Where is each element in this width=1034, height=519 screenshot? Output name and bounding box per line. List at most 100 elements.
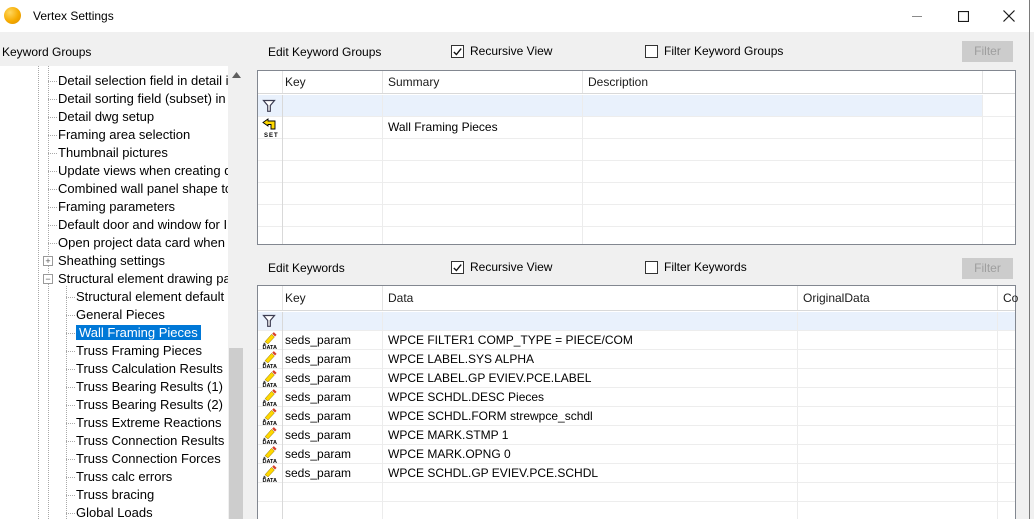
table-row[interactable]: DATA seds_param WPCE LABEL.SYS ALPHA: [258, 350, 1015, 369]
table-row[interactable]: DATAseds_paramWPCE MARK.STMP 1: [258, 426, 1015, 445]
minimize-button[interactable]: [894, 0, 940, 32]
table-row[interactable]: DATAseds_paramWPCE SCHDL.FORM strewpce_s…: [258, 407, 1015, 426]
cell-data: WPCE MARK.OPNG 0: [388, 445, 511, 463]
cell-key: seds_param: [285, 388, 351, 406]
data-icon: DATA: [262, 445, 280, 464]
tree-item[interactable]: Default door and window for IFC: [0, 216, 228, 234]
tree-item-label: Framing parameters: [58, 199, 175, 214]
tree-item[interactable]: Truss Bearing Results (2): [0, 396, 228, 414]
maximize-button[interactable]: [940, 0, 986, 32]
tree-item[interactable]: Update views when creating dra: [0, 162, 228, 180]
tree-item[interactable]: Structural element default av: [0, 288, 228, 306]
table-row[interactable]: DATAseds_paramWPCE SCHDL.GP EVIEV.PCE.SC…: [258, 464, 1015, 483]
tree-item-label: Detail sorting field (subset) in de: [58, 91, 228, 106]
table-row[interactable]: [258, 95, 1015, 117]
filter-icon[interactable]: [262, 99, 276, 112]
column-header-key[interactable]: Key: [285, 286, 306, 311]
tree-item[interactable]: Framing area selection: [0, 126, 228, 144]
filter-keyword-groups-checkbox[interactable]: Filter Keyword Groups: [645, 44, 783, 58]
tree-item[interactable]: + Sheathing settings: [0, 252, 228, 270]
table-row[interactable]: [258, 312, 1015, 331]
data-icon: DATA: [262, 350, 280, 369]
filter-button-groups[interactable]: Filter: [962, 41, 1013, 62]
table-row[interactable]: DATA seds_param WPCE MARK.OPNG 0: [258, 445, 1015, 464]
tree-item-label: Framing area selection: [58, 127, 190, 142]
filter-icon[interactable]: [262, 315, 276, 328]
column-header-comment[interactable]: Co: [1003, 286, 1018, 311]
scrollbar-thumb[interactable]: [229, 348, 243, 519]
recursive-view-checkbox-groups[interactable]: Recursive View: [451, 44, 552, 58]
data-icon: DATA: [262, 407, 280, 426]
tree-scrollbar[interactable]: [228, 66, 244, 519]
edit-keywords-label: Edit Keywords: [268, 261, 345, 275]
data-icon: DATA: [262, 426, 280, 445]
tree-item-label: Truss calc errors: [76, 469, 172, 484]
filter-button-keywords[interactable]: Filter: [962, 258, 1013, 279]
tree-item-label: Wall Framing Pieces: [76, 325, 201, 340]
column-header-key[interactable]: Key: [285, 71, 306, 94]
tree-item[interactable]: Truss Calculation Results: [0, 360, 228, 378]
recursive-view-checkbox-keywords[interactable]: Recursive View: [451, 260, 552, 274]
tree-item[interactable]: Truss bracing: [0, 486, 228, 504]
filter-keywords-checkbox[interactable]: Filter Keywords: [645, 260, 747, 274]
tree-item-label: Combined wall panel shape tole: [58, 181, 228, 196]
column-divider: [997, 312, 998, 519]
titlebar: Vertex Settings: [0, 0, 1034, 32]
table-body: SETWall Framing Pieces: [258, 95, 1015, 244]
table-row[interactable]: DATAseds_paramWPCE SCHDL.DESC Pieces: [258, 388, 1015, 407]
tree-item-label: Truss Bearing Results (1): [76, 379, 223, 394]
tree-item-label: Structural element default av: [76, 289, 228, 304]
tree-item[interactable]: Detail sorting field (subset) in de: [0, 90, 228, 108]
recursive-view-label: Recursive View: [470, 260, 552, 274]
table-row[interactable]: SETWall Framing Pieces: [258, 117, 1015, 139]
column-header-description[interactable]: Description: [588, 71, 648, 94]
table-header: Key Data OriginalData Co: [258, 286, 1015, 311]
cell-data: WPCE LABEL.SYS ALPHA: [388, 350, 534, 368]
tree-item[interactable]: Truss calc errors: [0, 468, 228, 486]
tree-item[interactable]: Truss Connection Results: [0, 432, 228, 450]
tree-item[interactable]: Detail dwg setup: [0, 108, 228, 126]
tree-item[interactable]: Thumbnail pictures: [0, 144, 228, 162]
keyword-groups-label: Keyword Groups: [2, 45, 91, 59]
cell-key: seds_param: [285, 445, 351, 463]
tree-item[interactable]: −Structural element drawing part: [0, 270, 228, 288]
tree-item-label: Default door and window for IFC: [58, 217, 228, 232]
column-divider: [282, 286, 283, 310]
column-divider: [282, 312, 283, 519]
tree-item[interactable]: Combined wall panel shape tole: [0, 180, 228, 198]
table-row[interactable]: DATAseds_paramWPCE FILTER1 COMP_TYPE = P…: [258, 331, 1015, 350]
checkbox-checked-icon: [451, 45, 464, 58]
filter-keywords-label: Filter Keywords: [664, 260, 747, 274]
tree-item[interactable]: Framing parameters: [0, 198, 228, 216]
tree-item[interactable]: Truss Bearing Results (1): [0, 378, 228, 396]
tree-item-label: Global Loads: [76, 505, 153, 519]
app-icon: [4, 7, 21, 24]
column-header-data[interactable]: Data: [388, 286, 413, 311]
tree-item-label: Truss Extreme Reactions: [76, 415, 221, 430]
tree-item[interactable]: Truss Framing Pieces: [0, 342, 228, 360]
tree-item[interactable]: Wall Framing Pieces: [0, 324, 228, 342]
scroll-up-icon[interactable]: [228, 68, 244, 82]
tree-item[interactable]: Open project data card when op: [0, 234, 228, 252]
tree-item[interactable]: Truss Extreme Reactions: [0, 414, 228, 432]
svg-text:DATA: DATA: [263, 478, 277, 483]
cell-key: seds_param: [285, 407, 351, 425]
collapse-icon[interactable]: −: [43, 274, 53, 284]
close-button[interactable]: [986, 0, 1032, 32]
tree-item[interactable]: Truss Connection Forces: [0, 450, 228, 468]
cell-key: seds_param: [285, 350, 351, 368]
column-divider: [282, 95, 283, 244]
table-row[interactable]: DATAseds_paramWPCE LABEL.GP EVIEV.PCE.LA…: [258, 369, 1015, 388]
column-header-originaldata[interactable]: OriginalData: [803, 286, 870, 311]
keywords-table: Key Data OriginalData Co DATAseds_paramW…: [257, 285, 1016, 519]
expand-icon[interactable]: +: [43, 256, 53, 266]
tree-item[interactable]: General Pieces: [0, 306, 228, 324]
tree-item[interactable]: Global Loads: [0, 504, 228, 519]
tree-item-label: General Pieces: [76, 307, 165, 322]
tree-item[interactable]: Detail selection field in detail inp: [0, 72, 228, 90]
column-header-summary[interactable]: Summary: [388, 71, 439, 94]
tree-item-label: Sheathing settings: [58, 253, 165, 268]
column-divider: [797, 286, 798, 310]
checkbox-unchecked-icon: [645, 45, 658, 58]
checkbox-checked-icon: [451, 261, 464, 274]
